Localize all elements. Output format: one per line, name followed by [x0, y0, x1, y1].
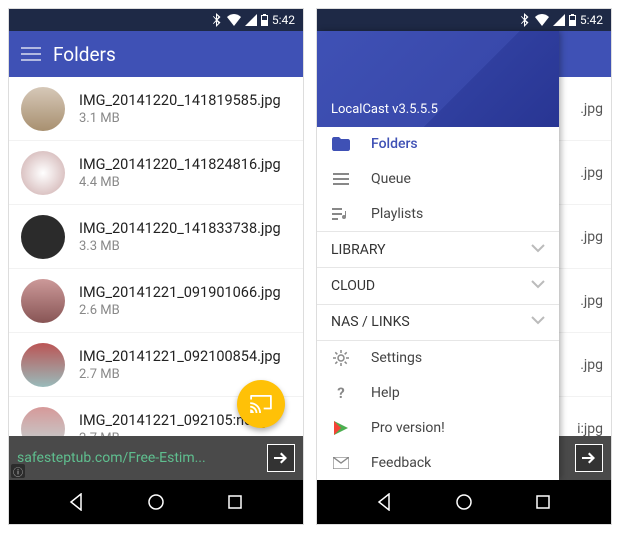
phone-right: 5:42 .jpg .jpg .jpg .jpg .jpg i:jpg Loca…	[316, 8, 612, 525]
drawer-group-nas[interactable]: NAS / LINKS	[317, 305, 559, 342]
drawer-label: Playlists	[371, 206, 423, 222]
home-button[interactable]	[145, 491, 167, 513]
file-name: IMG_20141220_141824816.jpg	[79, 156, 281, 173]
file-size: 2.7 MB	[79, 367, 281, 382]
android-nav-bar	[317, 480, 611, 524]
bluetooth-icon	[521, 13, 531, 27]
android-nav-bar	[9, 480, 303, 524]
recents-button[interactable]	[224, 491, 246, 513]
group-label: CLOUD	[331, 278, 375, 294]
signal-icon	[553, 14, 565, 26]
navigation-drawer: LocalCast v3.5.5.5 Folders Queue Playlis…	[317, 31, 559, 480]
playlist-icon	[331, 204, 351, 224]
queue-icon	[331, 169, 351, 189]
status-bar: 5:42	[9, 9, 303, 31]
ad-banner-peek	[559, 436, 611, 480]
drawer-item-pro[interactable]: Pro version!	[317, 411, 559, 446]
drawer-item-folders[interactable]: Folders	[317, 127, 559, 162]
file-name: IMG_20141221_091901066.jpg	[79, 284, 281, 301]
phone-left: 5:42 Folders IMG_20141220_141819585.jpg …	[8, 8, 304, 525]
group-label: LIBRARY	[331, 242, 386, 258]
wifi-icon	[227, 14, 241, 26]
group-label: NAS / LINKS	[331, 314, 410, 330]
peek-row: .jpg	[559, 77, 611, 141]
home-button[interactable]	[453, 491, 475, 513]
store-icon	[331, 418, 351, 438]
chevron-down-icon	[531, 314, 545, 330]
status-time: 5:42	[580, 13, 603, 27]
drawer-label: Pro version!	[371, 420, 445, 436]
background-content: .jpg .jpg .jpg .jpg .jpg i:jpg	[559, 31, 611, 480]
file-name: IMG_20141220_141819585.jpg	[79, 92, 281, 109]
drawer-item-feedback[interactable]: Feedback	[317, 445, 559, 480]
file-size: 4.4 MB	[79, 175, 281, 190]
peek-row: .jpg	[559, 205, 611, 269]
file-size: 3.3 MB	[79, 239, 281, 254]
wifi-icon	[535, 14, 549, 26]
file-list-item[interactable]: IMG_20141221_091901066.jpg 2.6 MB	[9, 269, 303, 333]
file-size: 3.1 MB	[79, 111, 281, 126]
ad-arrow-icon[interactable]	[575, 444, 603, 472]
thumbnail	[21, 343, 65, 387]
cast-fab[interactable]	[237, 380, 285, 428]
file-name: IMG_20141221_092100854.jpg	[79, 348, 281, 365]
mail-icon	[331, 453, 351, 473]
drawer-item-settings[interactable]: Settings	[317, 341, 559, 376]
adchoices-icon[interactable]: ⓘ	[11, 464, 25, 478]
drawer-group-cloud[interactable]: CLOUD	[317, 268, 559, 305]
file-list-item[interactable]: IMG_20141220_141833738.jpg 3.3 MB	[9, 205, 303, 269]
drawer-label: Feedback	[371, 455, 431, 471]
drawer-label: Settings	[371, 350, 422, 366]
gear-icon	[331, 348, 351, 368]
file-name: IMG_20141220_141833738.jpg	[79, 220, 281, 237]
recents-button[interactable]	[532, 491, 554, 513]
status-bar: 5:42	[317, 9, 611, 31]
peek-row: .jpg	[559, 269, 611, 333]
ad-arrow-icon[interactable]	[267, 444, 295, 472]
drawer-item-queue[interactable]: Queue	[317, 162, 559, 197]
drawer-group-library[interactable]: LIBRARY	[317, 231, 559, 268]
help-icon: ?	[331, 383, 351, 403]
bluetooth-icon	[213, 13, 223, 27]
app-version: LocalCast v3.5.5.5	[331, 102, 438, 117]
status-time: 5:42	[272, 13, 295, 27]
page-title: Folders	[53, 43, 116, 66]
back-button[interactable]	[374, 491, 396, 513]
chevron-down-icon	[531, 242, 545, 258]
hamburger-icon[interactable]	[21, 47, 41, 61]
app-bar: Folders	[9, 31, 303, 77]
thumbnail	[21, 279, 65, 323]
drawer-label: Help	[371, 385, 400, 401]
chevron-down-icon	[531, 278, 545, 294]
peek-row: .jpg	[559, 333, 611, 397]
thumbnail	[21, 87, 65, 131]
battery-icon	[261, 14, 268, 26]
back-button[interactable]	[66, 491, 88, 513]
peek-row: .jpg	[559, 141, 611, 205]
drawer-label: Folders	[371, 136, 418, 152]
cast-icon	[250, 395, 272, 413]
ad-banner[interactable]: ⓘ safesteptub.com/Free-Estim...	[9, 436, 303, 480]
file-list-item[interactable]: IMG_20141220_141824816.jpg 4.4 MB	[9, 141, 303, 205]
thumbnail	[21, 151, 65, 195]
battery-icon	[569, 14, 576, 26]
file-list-item[interactable]: IMG_20141220_141819585.jpg 3.1 MB	[9, 77, 303, 141]
drawer-item-help[interactable]: ? Help	[317, 376, 559, 411]
file-size: 2.6 MB	[79, 303, 281, 318]
drawer-header: LocalCast v3.5.5.5	[317, 31, 559, 127]
ad-text: safesteptub.com/Free-Estim...	[17, 450, 267, 466]
drawer-item-playlists[interactable]: Playlists	[317, 197, 559, 232]
signal-icon	[245, 14, 257, 26]
drawer-label: Queue	[371, 171, 411, 187]
folder-icon	[331, 134, 351, 154]
thumbnail	[21, 215, 65, 259]
